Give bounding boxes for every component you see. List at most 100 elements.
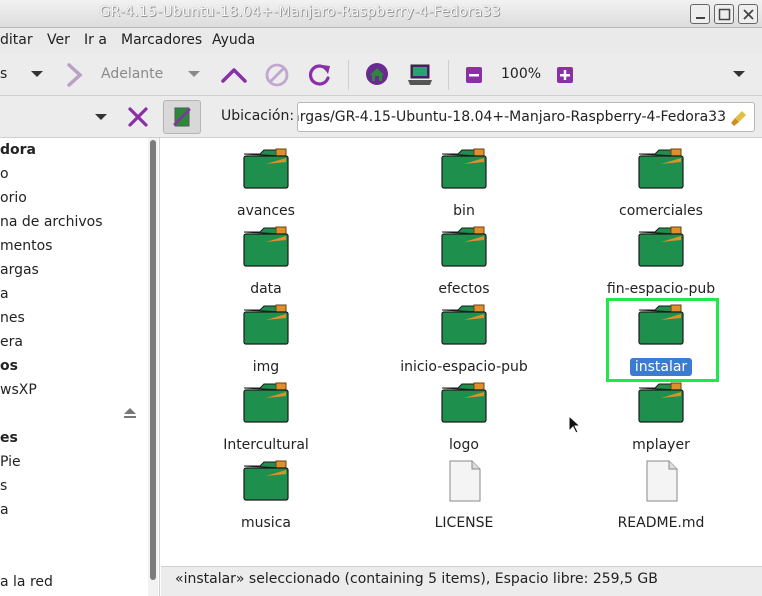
- edit-location-icon: [173, 107, 191, 127]
- close-window-button[interactable]: [738, 4, 758, 24]
- folder-icon: [243, 226, 289, 267]
- folder-item[interactable]: Intercultural: [176, 382, 356, 454]
- zoom-in-icon[interactable]: [556, 66, 574, 84]
- sidebar-item[interactable]: o: [0, 166, 9, 182]
- folder-icon: [441, 148, 487, 189]
- folder-icon: [243, 382, 289, 423]
- file-item[interactable]: README.md: [571, 460, 751, 532]
- status-text: «instalar» seleccionado (containing 5 it…: [175, 571, 658, 587]
- folder-item[interactable]: img: [176, 304, 356, 376]
- up-arrow-icon[interactable]: [220, 64, 248, 86]
- sidebar-selector-dropdown-icon[interactable]: [94, 112, 108, 122]
- file-name-label: instalar: [629, 358, 693, 376]
- eject-icon[interactable]: [122, 406, 138, 420]
- file-name-label: efectos: [438, 281, 490, 297]
- home-icon[interactable]: [364, 61, 390, 87]
- folder-icon: [441, 382, 487, 423]
- sidebar-item[interactable]: nes: [0, 310, 25, 326]
- sidebar-header: es: [0, 430, 18, 446]
- document-icon: [449, 460, 481, 502]
- folder-icon: [441, 304, 487, 345]
- stop-icon[interactable]: [264, 62, 290, 88]
- sidebar-item[interactable]: na de archivos: [0, 214, 102, 230]
- folder-icon: [638, 148, 684, 189]
- menu-marcadores[interactable]: Marcadores: [121, 32, 202, 48]
- folder-item[interactable]: musica: [176, 460, 356, 532]
- file-name-label: LICENSE: [434, 515, 494, 531]
- sidebar-item[interactable]: mentos: [0, 238, 52, 254]
- zoom-level: 100%: [501, 66, 542, 82]
- maximize-button[interactable]: [714, 4, 734, 24]
- forward-arrow-icon[interactable]: [66, 63, 84, 87]
- file-name-label: mplayer: [632, 437, 690, 453]
- back-dropdown-icon[interactable]: [30, 69, 44, 79]
- sidebar-item[interactable]: orio: [0, 190, 27, 206]
- document-icon: [646, 460, 678, 502]
- menu-bar: ditar Ver Ir a Marcadores Ayuda: [0, 28, 762, 54]
- location-path: Descargas/GR-4.15-Ubuntu-18.04+-Manjaro-…: [297, 109, 726, 125]
- sidebar-item[interactable]: argas: [0, 262, 39, 278]
- toolbar-overflow-icon[interactable]: [732, 69, 746, 79]
- folder-icon: [441, 226, 487, 267]
- maximize-icon: [718, 8, 731, 21]
- clear-location-icon[interactable]: [730, 109, 748, 127]
- sidebar-item[interactable]: a la red: [0, 574, 53, 590]
- sidebar-item[interactable]: a: [0, 286, 9, 302]
- file-item[interactable]: LICENSE: [374, 460, 554, 532]
- window-title: GR-4.15-Ubuntu-18.04+-Manjaro-Raspberry-…: [99, 4, 501, 20]
- folder-icon: [243, 460, 289, 501]
- folder-item[interactable]: data: [176, 226, 356, 298]
- file-name-label: avances: [237, 203, 295, 219]
- location-input[interactable]: Descargas/GR-4.15-Ubuntu-18.04+-Manjaro-…: [297, 102, 755, 132]
- back-button-label[interactable]: s: [0, 66, 7, 82]
- file-name-label: data: [250, 281, 282, 297]
- location-label: Ubicación:: [221, 108, 295, 124]
- folder-item[interactable]: efectos: [374, 226, 554, 298]
- toolbar-separator: [348, 60, 349, 90]
- sidebar: dora o orio na de archivos mentos argas …: [0, 138, 160, 596]
- mouse-cursor-icon: [568, 415, 582, 434]
- computer-icon[interactable]: [406, 62, 434, 88]
- file-view: avances bin comerciales data efectos fin-espa…: [161, 138, 762, 566]
- folder-item[interactable]: instalar: [571, 304, 751, 376]
- menu-ir-a[interactable]: Ir a: [84, 32, 107, 48]
- sidebar-item[interactable]: Pie: [0, 454, 21, 470]
- file-name-label: logo: [449, 437, 479, 453]
- sidebar-header: dora: [0, 142, 36, 158]
- sidebar-item[interactable]: era: [0, 334, 23, 350]
- minimize-button[interactable]: [690, 4, 710, 24]
- zoom-out-icon[interactable]: [465, 66, 483, 84]
- forward-dropdown-icon[interactable]: [187, 69, 201, 79]
- toggle-location-entry-button[interactable]: [163, 100, 201, 134]
- menu-ayuda[interactable]: Ayuda: [212, 32, 255, 48]
- sidebar-item[interactable]: wsXP: [0, 382, 37, 398]
- folder-icon: [243, 148, 289, 189]
- close-icon: [743, 9, 754, 20]
- close-sidebar-icon[interactable]: [127, 106, 149, 128]
- folder-item[interactable]: comerciales: [571, 148, 751, 220]
- reload-icon[interactable]: [306, 61, 334, 89]
- folder-item[interactable]: bin: [374, 148, 554, 220]
- sidebar-scrollbar[interactable]: [148, 138, 158, 596]
- menu-ver[interactable]: Ver: [47, 32, 70, 48]
- folder-item[interactable]: fin-espacio-pub: [571, 226, 751, 298]
- sidebar-item[interactable]: s: [0, 478, 7, 494]
- file-name-label: Intercultural: [223, 437, 309, 453]
- folder-item[interactable]: logo: [374, 382, 554, 454]
- file-name-label: bin: [453, 203, 475, 219]
- sidebar-scroll-thumb[interactable]: [150, 140, 156, 580]
- file-name-label: img: [252, 359, 280, 375]
- forward-button-label[interactable]: Adelante: [101, 66, 163, 82]
- folder-item[interactable]: inicio-espacio-pub: [374, 304, 554, 376]
- folder-item[interactable]: avances: [176, 148, 356, 220]
- folder-icon: [243, 304, 289, 345]
- folder-icon: [638, 226, 684, 267]
- sidebar-item[interactable]: a: [0, 502, 9, 518]
- title-bar: GR-4.15-Ubuntu-18.04+-Manjaro-Raspberry-…: [0, 0, 762, 28]
- file-name-label: inicio-espacio-pub: [400, 359, 528, 375]
- location-bar: Ubicación: Descargas/GR-4.15-Ubuntu-18.0…: [0, 96, 762, 138]
- folder-item[interactable]: mplayer: [571, 382, 751, 454]
- menu-editar[interactable]: ditar: [0, 32, 33, 48]
- sidebar-header: os: [0, 358, 18, 374]
- file-name-label: fin-espacio-pub: [606, 281, 716, 297]
